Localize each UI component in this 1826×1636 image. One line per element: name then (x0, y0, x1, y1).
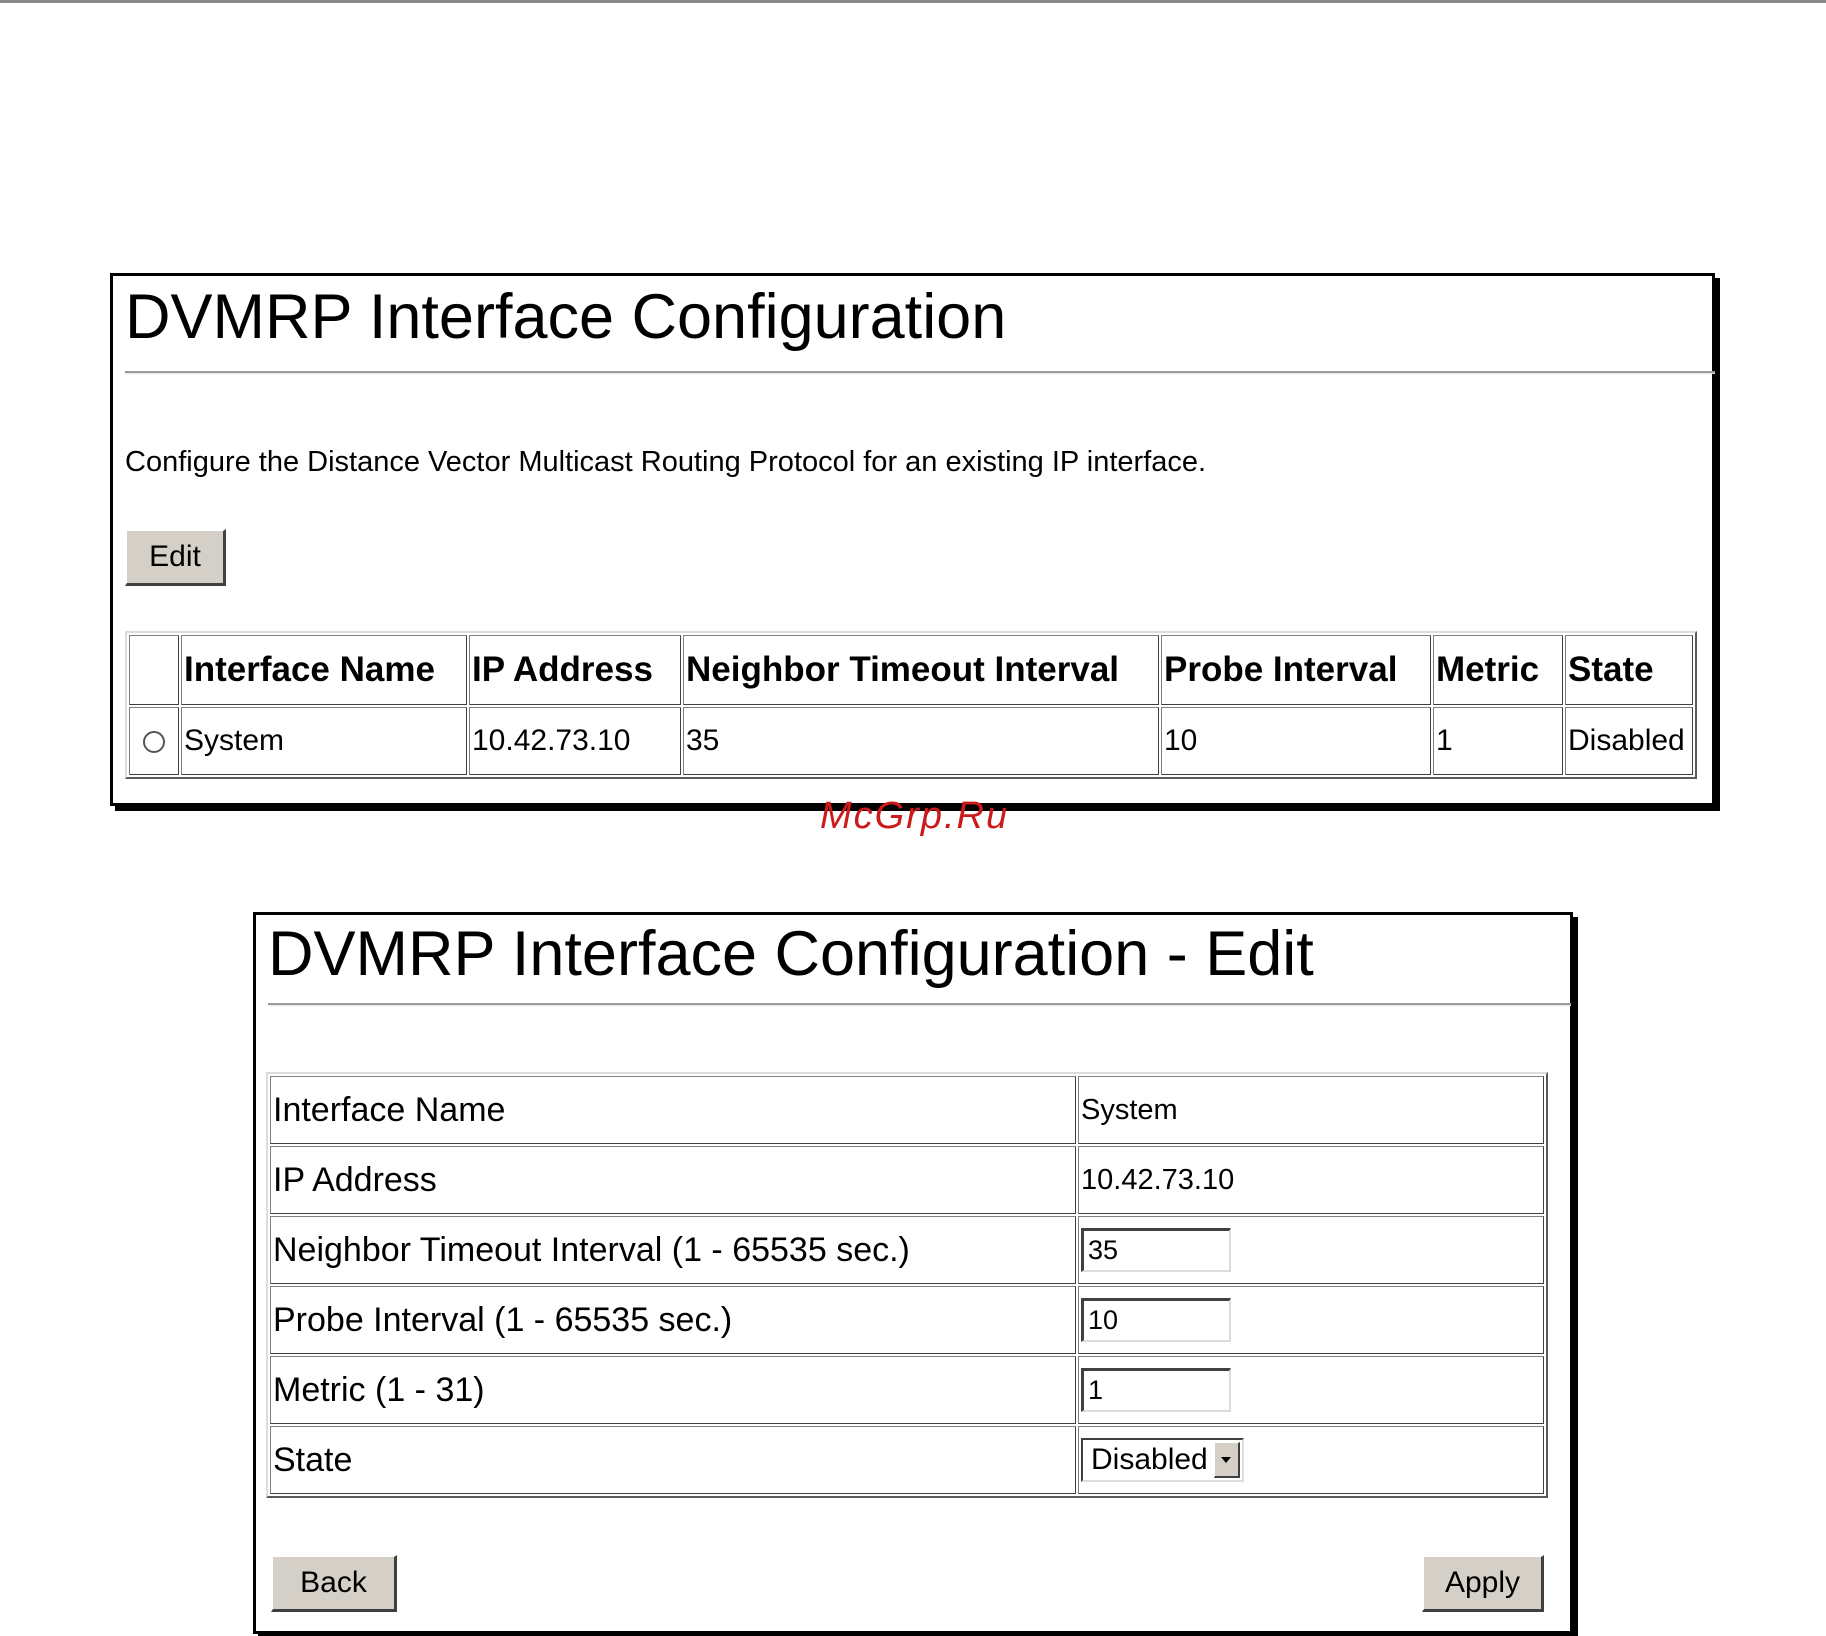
probe-interval-input[interactable] (1081, 1298, 1231, 1342)
neighbor-timeout-input[interactable] (1081, 1228, 1231, 1272)
form-row-neighbor-timeout: Neighbor Timeout Interval (1 - 65535 sec… (270, 1216, 1544, 1284)
cell-metric: 1 (1433, 707, 1563, 775)
form-row-state: State Disabled (270, 1426, 1544, 1494)
column-header-metric: Metric (1433, 635, 1563, 705)
row-select-cell (129, 707, 179, 775)
form-row-metric: Metric (1 - 31) (270, 1356, 1544, 1424)
dvmrp-edit-panel: DVMRP Interface Configuration - Edit Int… (253, 912, 1573, 1634)
cell-state: Disabled (1565, 707, 1693, 775)
back-button[interactable]: Back (271, 1555, 397, 1612)
column-header-probe-interval: Probe Interval (1161, 635, 1431, 705)
column-header-select (129, 635, 179, 705)
page-title: DVMRP Interface Configuration (125, 282, 1007, 352)
form-row-ip-address: IP Address 10.42.73.10 (270, 1146, 1544, 1214)
column-header-state: State (1565, 635, 1693, 705)
metric-input[interactable] (1081, 1368, 1231, 1412)
edit-form-table: Interface Name System IP Address 10.42.7… (266, 1072, 1548, 1498)
interface-name-value: System (1078, 1076, 1544, 1144)
page-description: Configure the Distance Vector Multicast … (125, 446, 1207, 478)
dvmrp-list-panel: DVMRP Interface Configuration Configure … (110, 273, 1715, 806)
edit-title-divider (268, 1003, 1571, 1006)
cell-ip-address: 10.42.73.10 (469, 707, 681, 775)
probe-interval-label: Probe Interval (1 - 65535 sec.) (270, 1286, 1076, 1354)
cell-neighbor-timeout: 35 (683, 707, 1159, 775)
form-row-interface-name: Interface Name System (270, 1076, 1544, 1144)
interface-table: Interface Name IP Address Neighbor Timeo… (125, 631, 1697, 779)
top-rule (0, 0, 1826, 3)
table-row[interactable]: System 10.42.73.10 35 10 1 Disabled (129, 707, 1693, 775)
form-row-probe-interval: Probe Interval (1 - 65535 sec.) (270, 1286, 1544, 1354)
metric-label: Metric (1 - 31) (270, 1356, 1076, 1424)
edit-button[interactable]: Edit (125, 529, 226, 586)
metric-cell (1078, 1356, 1544, 1424)
ip-address-label: IP Address (270, 1146, 1076, 1214)
state-label: State (270, 1426, 1076, 1494)
apply-button[interactable]: Apply (1422, 1555, 1544, 1612)
probe-interval-cell (1078, 1286, 1544, 1354)
state-cell: Disabled (1078, 1426, 1544, 1494)
interface-name-label: Interface Name (270, 1076, 1076, 1144)
title-divider (125, 371, 1715, 374)
watermark: McGrp.Ru (820, 795, 1010, 837)
state-select-value: Disabled (1091, 1443, 1208, 1476)
ip-address-value: 10.42.73.10 (1078, 1146, 1544, 1214)
cell-probe-interval: 10 (1161, 707, 1431, 775)
edit-page-title: DVMRP Interface Configuration - Edit (268, 919, 1314, 989)
chevron-down-icon[interactable] (1213, 1442, 1240, 1478)
cell-interface-name: System (181, 707, 467, 775)
column-header-neighbor-timeout: Neighbor Timeout Interval (683, 635, 1159, 705)
neighbor-timeout-label: Neighbor Timeout Interval (1 - 65535 sec… (270, 1216, 1076, 1284)
table-header-row: Interface Name IP Address Neighbor Timeo… (129, 635, 1693, 705)
column-header-interface-name: Interface Name (181, 635, 467, 705)
neighbor-timeout-cell (1078, 1216, 1544, 1284)
state-select[interactable]: Disabled (1081, 1438, 1244, 1482)
column-header-ip-address: IP Address (469, 635, 681, 705)
row-select-radio[interactable] (143, 731, 165, 754)
